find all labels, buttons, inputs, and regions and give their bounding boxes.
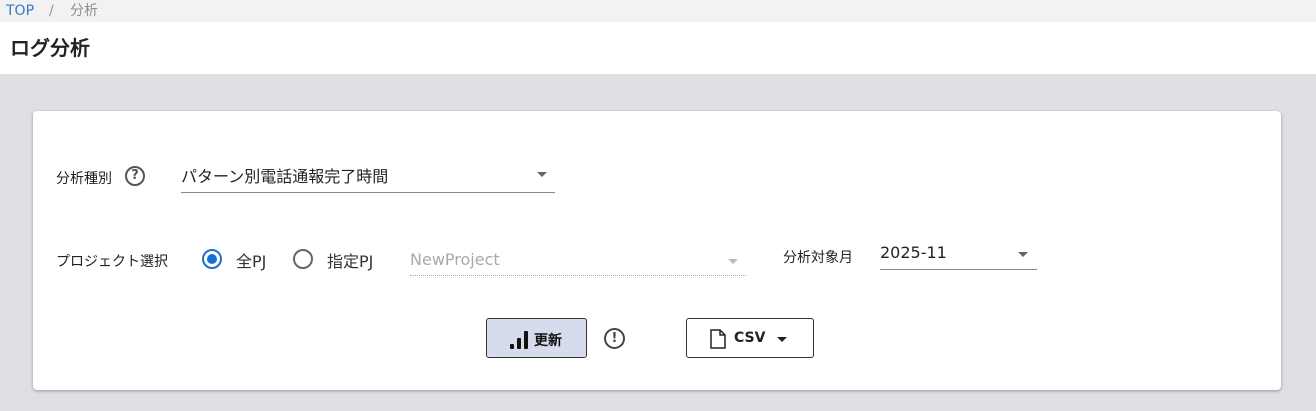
caret-down-icon xyxy=(777,337,787,342)
question-circle-icon[interactable]: ? xyxy=(125,166,145,186)
breadcrumb-top-link[interactable]: TOP xyxy=(6,0,34,22)
csv-download-button[interactable]: CSV xyxy=(686,318,814,358)
breadcrumb: TOP / 分析 xyxy=(0,0,1316,22)
breadcrumb-current: 分析 xyxy=(70,3,98,19)
target-month-select[interactable]: 2025-11 xyxy=(880,243,1037,270)
project-select-label: プロジェクト選択 xyxy=(56,254,168,270)
title-bar: ログ分析 xyxy=(0,22,1316,74)
analysis-type-select[interactable]: パターン別電話通報完了時間 xyxy=(181,163,555,193)
radio-all-pj[interactable] xyxy=(202,249,222,269)
radio-specified-pj-label[interactable]: 指定PJ xyxy=(327,248,373,272)
project-select-value: NewProject xyxy=(410,250,500,269)
analysis-type-value: パターン別電話通報完了時間 xyxy=(181,167,389,186)
radio-specified-pj[interactable] xyxy=(293,249,313,269)
caret-down-icon xyxy=(1018,252,1028,257)
caret-down-icon xyxy=(728,259,738,264)
exclamation-circle-icon[interactable]: ! xyxy=(604,328,625,349)
file-icon xyxy=(710,329,726,349)
caret-down-icon xyxy=(537,172,547,177)
radio-all-pj-label[interactable]: 全PJ xyxy=(236,248,266,272)
update-button-label: 更新 xyxy=(534,333,562,349)
bar-chart-icon xyxy=(510,330,528,349)
target-month-value: 2025-11 xyxy=(880,243,947,262)
project-select: NewProject xyxy=(410,250,746,276)
csv-button-label: CSV xyxy=(734,330,766,346)
update-button[interactable]: 更新 xyxy=(486,318,587,358)
target-month-label: 分析対象月 xyxy=(783,250,853,266)
analysis-type-label: 分析種別 xyxy=(56,171,112,187)
page-title: ログ分析 xyxy=(10,36,90,60)
breadcrumb-separator: / xyxy=(49,3,54,19)
